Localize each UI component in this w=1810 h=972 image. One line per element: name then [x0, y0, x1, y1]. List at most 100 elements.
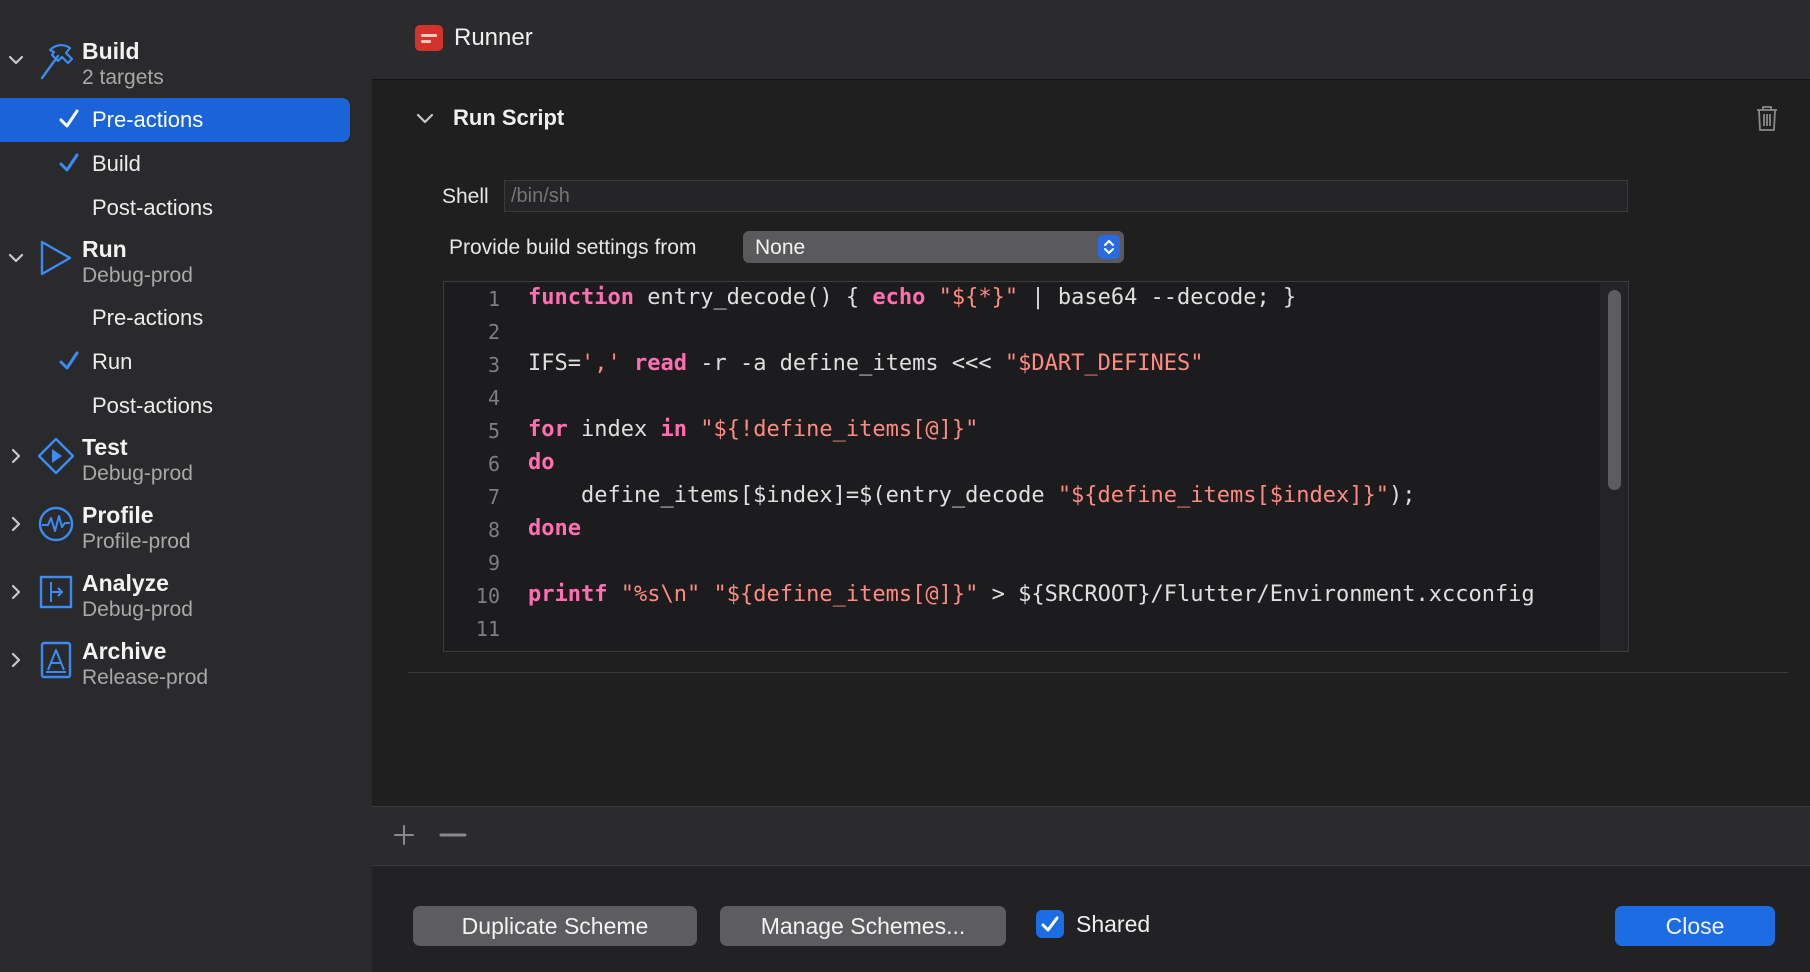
- shell-label: Shell: [442, 185, 489, 208]
- phase-analyze[interactable]: Analyze Debug-prod: [0, 568, 372, 632]
- line-number: 8: [487, 518, 500, 542]
- minus-icon[interactable]: [438, 821, 468, 849]
- line-number: 5: [487, 419, 500, 443]
- code-line: 8 done: [444, 513, 1594, 546]
- chevron-down-icon[interactable]: [414, 108, 436, 130]
- code-text: IFS=',' read -r -a define_items <<< "$DA…: [528, 351, 1204, 376]
- scrollbar-thumb[interactable]: [1608, 290, 1621, 490]
- duplicate-scheme-button[interactable]: Duplicate Scheme: [413, 906, 697, 946]
- chevron-down-icon[interactable]: [6, 50, 26, 70]
- phase-build[interactable]: Build 2 targets: [0, 36, 372, 100]
- phase-profile[interactable]: Profile Profile-prod: [0, 500, 372, 564]
- up-down-chevron-icon: [1098, 235, 1120, 259]
- line-number: 4: [487, 386, 500, 410]
- code-line: 4: [444, 381, 1594, 414]
- code-line: 11: [444, 612, 1594, 645]
- sidebar-item-build-pre-actions[interactable]: Pre-actions: [0, 98, 350, 142]
- code-line: 7 define_items[$index]=$(entry_decode "$…: [444, 480, 1594, 513]
- line-number: 10: [475, 584, 500, 608]
- phase-subtitle: Profile-prod: [82, 530, 191, 553]
- app-icon: [415, 25, 443, 51]
- sidebar-item-label: Post-actions: [92, 393, 214, 418]
- scheme-editor-main: Runner Run Script Shell Provide build se…: [372, 0, 1810, 972]
- sidebar-item-run-run[interactable]: Run: [0, 340, 350, 384]
- sidebar-item-label: Post-actions: [92, 195, 214, 220]
- trash-icon[interactable]: [1754, 104, 1780, 132]
- sidebar-item-label: Build: [92, 151, 141, 176]
- line-number: 1: [487, 287, 500, 311]
- chevron-right-icon[interactable]: [6, 514, 26, 534]
- line-number: 3: [487, 353, 500, 377]
- code-text: function entry_decode() { echo "${*}" | …: [528, 285, 1297, 310]
- chevron-right-icon[interactable]: [6, 446, 26, 466]
- checkmark-icon: [58, 350, 80, 372]
- shared-checkbox[interactable]: [1036, 910, 1064, 938]
- sidebar-item-label: Pre-actions: [92, 107, 204, 132]
- run-script-title: Run Script: [453, 105, 565, 130]
- manage-schemes-button[interactable]: Manage Schemes...: [720, 906, 1006, 946]
- checkmark-icon: [58, 108, 80, 130]
- close-button[interactable]: Close: [1615, 906, 1775, 946]
- shared-label: Shared: [1076, 911, 1151, 937]
- plus-icon[interactable]: [390, 821, 418, 849]
- action-bar: [372, 806, 1810, 866]
- chevron-right-icon[interactable]: [6, 582, 26, 602]
- footer-bar: Duplicate Scheme Manage Schemes... Share…: [372, 866, 1810, 972]
- sidebar-item-run-post-actions[interactable]: Post-actions: [0, 384, 350, 428]
- phase-name: Test: [82, 434, 128, 460]
- play-icon: [36, 238, 76, 278]
- phase-archive[interactable]: Archive Release-prod: [0, 636, 372, 700]
- scheme-sidebar: Build 2 targets Pre-actions Build Post-a…: [0, 0, 372, 972]
- phase-name: Archive: [82, 638, 167, 664]
- code-line: 9: [444, 546, 1594, 579]
- scheme-header: Runner: [372, 0, 1810, 80]
- archive-icon: [36, 640, 76, 680]
- chevron-right-icon[interactable]: [6, 650, 26, 670]
- build-settings-label: Provide build settings from: [449, 236, 697, 259]
- phase-name: Run: [82, 236, 127, 262]
- checkmark-icon: [58, 152, 80, 174]
- phase-test[interactable]: Test Debug-prod: [0, 432, 372, 496]
- line-number: 7: [487, 485, 500, 509]
- phase-subtitle: Release-prod: [82, 666, 209, 689]
- section-divider: [408, 672, 1788, 673]
- phase-subtitle: Debug-prod: [82, 462, 193, 485]
- hammer-icon: [36, 40, 76, 80]
- line-number: 2: [487, 320, 500, 344]
- code-text: do: [528, 450, 555, 475]
- script-editor[interactable]: 1 function entry_decode() { echo "${*}" …: [443, 281, 1629, 652]
- line-number: 11: [475, 617, 500, 641]
- code-text: define_items[$index]=$(entry_decode "${d…: [528, 483, 1416, 508]
- line-number: 6: [487, 452, 500, 476]
- select-value: None: [755, 236, 806, 259]
- phase-subtitle: 2 targets: [82, 66, 164, 89]
- line-number: 9: [487, 551, 500, 575]
- analyze-icon: [36, 572, 76, 612]
- build-settings-select[interactable]: None: [743, 231, 1124, 263]
- code-line: 2: [444, 315, 1594, 348]
- scheme-title: Runner: [454, 24, 533, 51]
- sidebar-item-build-build[interactable]: Build: [0, 142, 350, 186]
- phase-name: Build: [82, 38, 140, 64]
- sidebar-item-label: Run: [92, 349, 133, 374]
- waveform-icon: [36, 504, 76, 544]
- phase-name: Profile: [82, 502, 154, 528]
- code-line: 3 IFS=',' read -r -a define_items <<< "$…: [444, 348, 1594, 381]
- code-line: 10 printf "%s\n" "${define_items[@]}" > …: [444, 579, 1594, 612]
- sidebar-item-label: Pre-actions: [92, 305, 204, 330]
- shell-input[interactable]: [504, 180, 1628, 212]
- phase-run[interactable]: Run Debug-prod: [0, 234, 372, 298]
- code-line: 5 for index in "${!define_items[@]}": [444, 414, 1594, 447]
- sidebar-item-run-pre-actions[interactable]: Pre-actions: [0, 296, 350, 340]
- editor-scrollbar[interactable]: [1600, 282, 1628, 651]
- sidebar-item-build-post-actions[interactable]: Post-actions: [0, 186, 350, 230]
- phase-name: Analyze: [82, 570, 169, 596]
- code-text: for index in "${!define_items[@]}": [528, 417, 979, 442]
- test-diamond-icon: [36, 436, 76, 476]
- code-line: 1 function entry_decode() { echo "${*}" …: [444, 282, 1594, 315]
- phase-subtitle: Debug-prod: [82, 598, 193, 621]
- code-text: done: [528, 516, 581, 541]
- code-line: 6 do: [444, 447, 1594, 480]
- chevron-down-icon[interactable]: [6, 248, 26, 268]
- code-text: printf "%s\n" "${define_items[@]}" > ${S…: [528, 582, 1535, 607]
